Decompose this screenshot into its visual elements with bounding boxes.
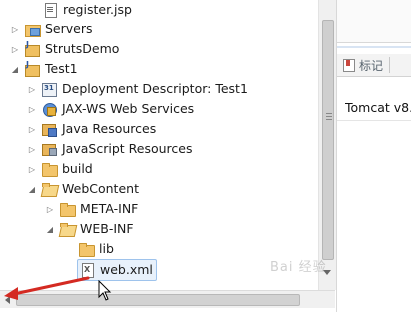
tree-item-label: META-INF	[80, 201, 139, 216]
chevron-right-icon[interactable]: ▷	[27, 104, 37, 114]
chevron-right-icon[interactable]: ▷	[45, 204, 55, 214]
tree-item-web-inf[interactable]: ◢ WEB-INF	[45, 219, 134, 239]
tree-item-label: Deployment Descriptor: Test1	[62, 81, 248, 96]
tree-item-label: WEB-INF	[80, 221, 134, 236]
deployment-descriptor-icon	[41, 81, 57, 97]
tree-item-jax-ws[interactable]: ▷ JAX-WS Web Services	[27, 99, 194, 119]
mouse-cursor-icon	[98, 280, 112, 301]
chevron-right-icon[interactable]: ▷	[27, 84, 37, 94]
project-icon	[24, 60, 40, 77]
tree-item-servers[interactable]: ▷ Servers	[10, 19, 93, 39]
chevron-right-icon[interactable]: ▷	[27, 164, 37, 174]
folder-icon	[59, 201, 76, 217]
folder-open-icon	[41, 181, 57, 197]
vertical-scrollbar[interactable]	[318, 0, 336, 290]
red-arrow-annotation	[4, 276, 90, 300]
tree-item-label: lib	[99, 241, 114, 256]
tree-item-meta-inf[interactable]: ▷ META-INF	[45, 199, 138, 219]
chevron-down-icon[interactable]: ◢	[10, 64, 20, 74]
tree-item-register-jsp[interactable]: register.jsp	[42, 0, 132, 20]
project-icon	[24, 40, 40, 57]
tree-item-label: register.jsp	[63, 2, 132, 17]
tree-item-java-resources[interactable]: ▷ Java Resources	[27, 119, 156, 139]
editor-placeholder	[337, 0, 411, 43]
tree-item-label: WebContent	[62, 181, 139, 196]
folder-icon	[41, 161, 58, 177]
folder-icon	[78, 241, 95, 257]
tree-item-strutsdemo[interactable]: ▷ StrutsDemo	[10, 39, 119, 59]
chevron-right-icon[interactable]: ▷	[10, 24, 20, 34]
tree-item-build[interactable]: ▷ build	[27, 159, 93, 179]
java-resources-icon	[41, 121, 57, 137]
web-services-icon	[41, 101, 57, 117]
project-explorer-tree: register.jsp ▷ Servers ▷ StrutsDemo ◢ Te…	[0, 0, 318, 290]
tree-item-label: web.xml	[100, 262, 153, 277]
row-divider	[337, 120, 411, 121]
tree-item-webcontent[interactable]: ◢ WebContent	[27, 179, 139, 199]
chevron-right-icon[interactable]: ▷	[27, 124, 37, 134]
tree-item-label: JavaScript Resources	[62, 141, 193, 156]
chevron-down-icon[interactable]: ◢	[45, 224, 55, 234]
tab-bookmarks-label: 标记	[359, 58, 384, 73]
tree-item-label: Servers	[45, 21, 93, 36]
tree-item-deployment-descriptor[interactable]: ▷ Deployment Descriptor: Test1	[27, 79, 248, 99]
tree-item-test1[interactable]: ◢ Test1	[10, 59, 78, 79]
tree-item-lib[interactable]: lib	[78, 239, 114, 259]
scroll-grip-icon	[326, 113, 332, 114]
javascript-resources-icon	[41, 141, 57, 157]
watermark: Bai 经验	[270, 260, 327, 275]
tree-item-label: JAX-WS Web Services	[62, 101, 195, 116]
vertical-scroll-thumb[interactable]	[322, 20, 334, 260]
chevron-right-icon[interactable]: ▷	[27, 144, 37, 154]
chevron-right-icon[interactable]: ▷	[10, 44, 20, 54]
bookmark-icon	[343, 59, 355, 72]
server-entry-tomcat[interactable]: Tomcat v8.0	[345, 100, 411, 118]
folder-open-icon	[59, 221, 75, 237]
tree-item-label: Java Resources	[62, 121, 157, 136]
tree-item-label: Test1	[45, 61, 78, 76]
tab-separator	[389, 57, 391, 73]
servers-folder-icon	[24, 21, 41, 37]
bottom-view-tabs: 标记	[337, 54, 411, 77]
tree-item-label: build	[62, 161, 93, 176]
chevron-down-icon[interactable]: ◢	[27, 184, 37, 194]
panel-divider	[337, 46, 411, 48]
tab-bookmarks[interactable]: 标记	[337, 57, 383, 74]
jsp-file-icon	[42, 2, 58, 18]
tree-item-label: StrutsDemo	[45, 41, 120, 56]
tree-item-javascript-resources[interactable]: ▷ JavaScript Resources	[27, 139, 192, 159]
